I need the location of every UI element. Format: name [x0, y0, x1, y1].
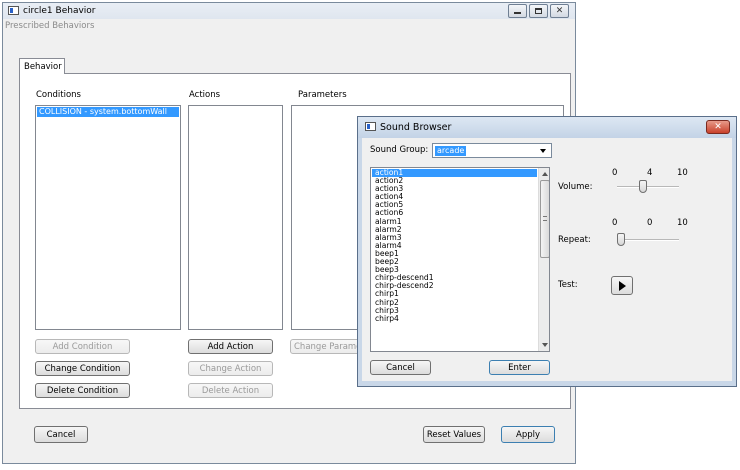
scroll-down-icon[interactable]: [542, 343, 548, 347]
minimize-icon: [514, 12, 521, 14]
repeat-slider[interactable]: [617, 233, 679, 247]
delete-condition-button[interactable]: Delete Condition: [35, 383, 130, 398]
volume-slider[interactable]: [617, 180, 679, 194]
repeat-max: 10: [677, 218, 688, 228]
window-title: circle1 Behavior: [23, 6, 96, 16]
conditions-label: Conditions: [36, 90, 81, 100]
chevron-down-icon: [540, 149, 546, 153]
volume-track: [617, 186, 679, 188]
menu-prescribed-behaviors[interactable]: Prescribed Behaviors: [5, 21, 94, 31]
sound-group-value: arcade: [435, 146, 467, 156]
sound-browser-title: Sound Browser: [380, 122, 452, 133]
maximize-icon: [535, 8, 542, 14]
repeat-thumb[interactable]: [617, 233, 625, 246]
list-item[interactable]: COLLISION - system.bottomWall: [37, 107, 179, 117]
behavior-window-titlebar[interactable]: circle1 Behavior ✕: [3, 3, 575, 19]
actions-list[interactable]: [188, 105, 283, 330]
sounds-list[interactable]: action1 action2 action3 action4 action5 actio…: [370, 167, 550, 352]
sound-browser-titlebar[interactable]: Sound Browser ✕: [358, 117, 736, 138]
maximize-button[interactable]: [529, 4, 548, 18]
enter-button[interactable]: Enter: [489, 360, 550, 375]
repeat-min: 0: [612, 218, 618, 228]
grip-icon: [543, 216, 547, 221]
close-icon: ✕: [555, 5, 564, 16]
change-condition-button[interactable]: Change Condition: [35, 361, 130, 376]
repeat-label: Repeat:: [558, 235, 591, 245]
app-icon: [8, 6, 19, 15]
tab-behavior-label: Behavior: [24, 62, 62, 72]
add-condition-button[interactable]: Add Condition: [35, 339, 130, 354]
sound-cancel-button[interactable]: Cancel: [370, 360, 431, 375]
apply-button[interactable]: Apply: [501, 426, 555, 443]
add-action-button[interactable]: Add Action: [188, 339, 273, 354]
scrollbar-thumb[interactable]: [540, 180, 549, 258]
repeat-track: [617, 239, 679, 241]
sound-group-label: Sound Group:: [370, 145, 429, 155]
delete-action-button[interactable]: Delete Action: [188, 383, 273, 398]
volume-min: 0: [612, 168, 618, 178]
play-icon: [618, 280, 626, 291]
conditions-list[interactable]: COLLISION - system.bottomWall: [35, 105, 181, 330]
play-button[interactable]: [611, 276, 633, 295]
sound-group-select[interactable]: arcade: [432, 143, 552, 158]
sound-list-item[interactable]: chirp4: [372, 314, 537, 323]
menu-bar: Prescribed Behaviors: [3, 19, 575, 33]
app-icon: [365, 122, 376, 131]
parameters-label: Parameters: [298, 90, 347, 100]
scrollbar[interactable]: [538, 168, 549, 351]
volume-thumb[interactable]: [638, 180, 647, 193]
scroll-up-icon[interactable]: [542, 172, 548, 176]
test-label: Test:: [558, 280, 578, 290]
reset-values-button[interactable]: Reset Values: [423, 426, 485, 443]
close-icon: ✕: [714, 122, 722, 132]
volume-value: 4: [647, 168, 653, 178]
volume-label: Volume:: [558, 182, 593, 192]
change-action-button[interactable]: Change Action: [188, 361, 273, 376]
minimize-button[interactable]: [508, 4, 527, 18]
actions-label: Actions: [189, 90, 221, 100]
volume-max: 10: [677, 168, 688, 178]
tab-behavior[interactable]: Behavior: [19, 58, 65, 74]
repeat-value: 0: [647, 218, 653, 228]
close-button[interactable]: ✕: [550, 4, 569, 18]
sound-browser-close-button[interactable]: ✕: [706, 120, 730, 134]
cancel-button[interactable]: Cancel: [34, 426, 88, 443]
